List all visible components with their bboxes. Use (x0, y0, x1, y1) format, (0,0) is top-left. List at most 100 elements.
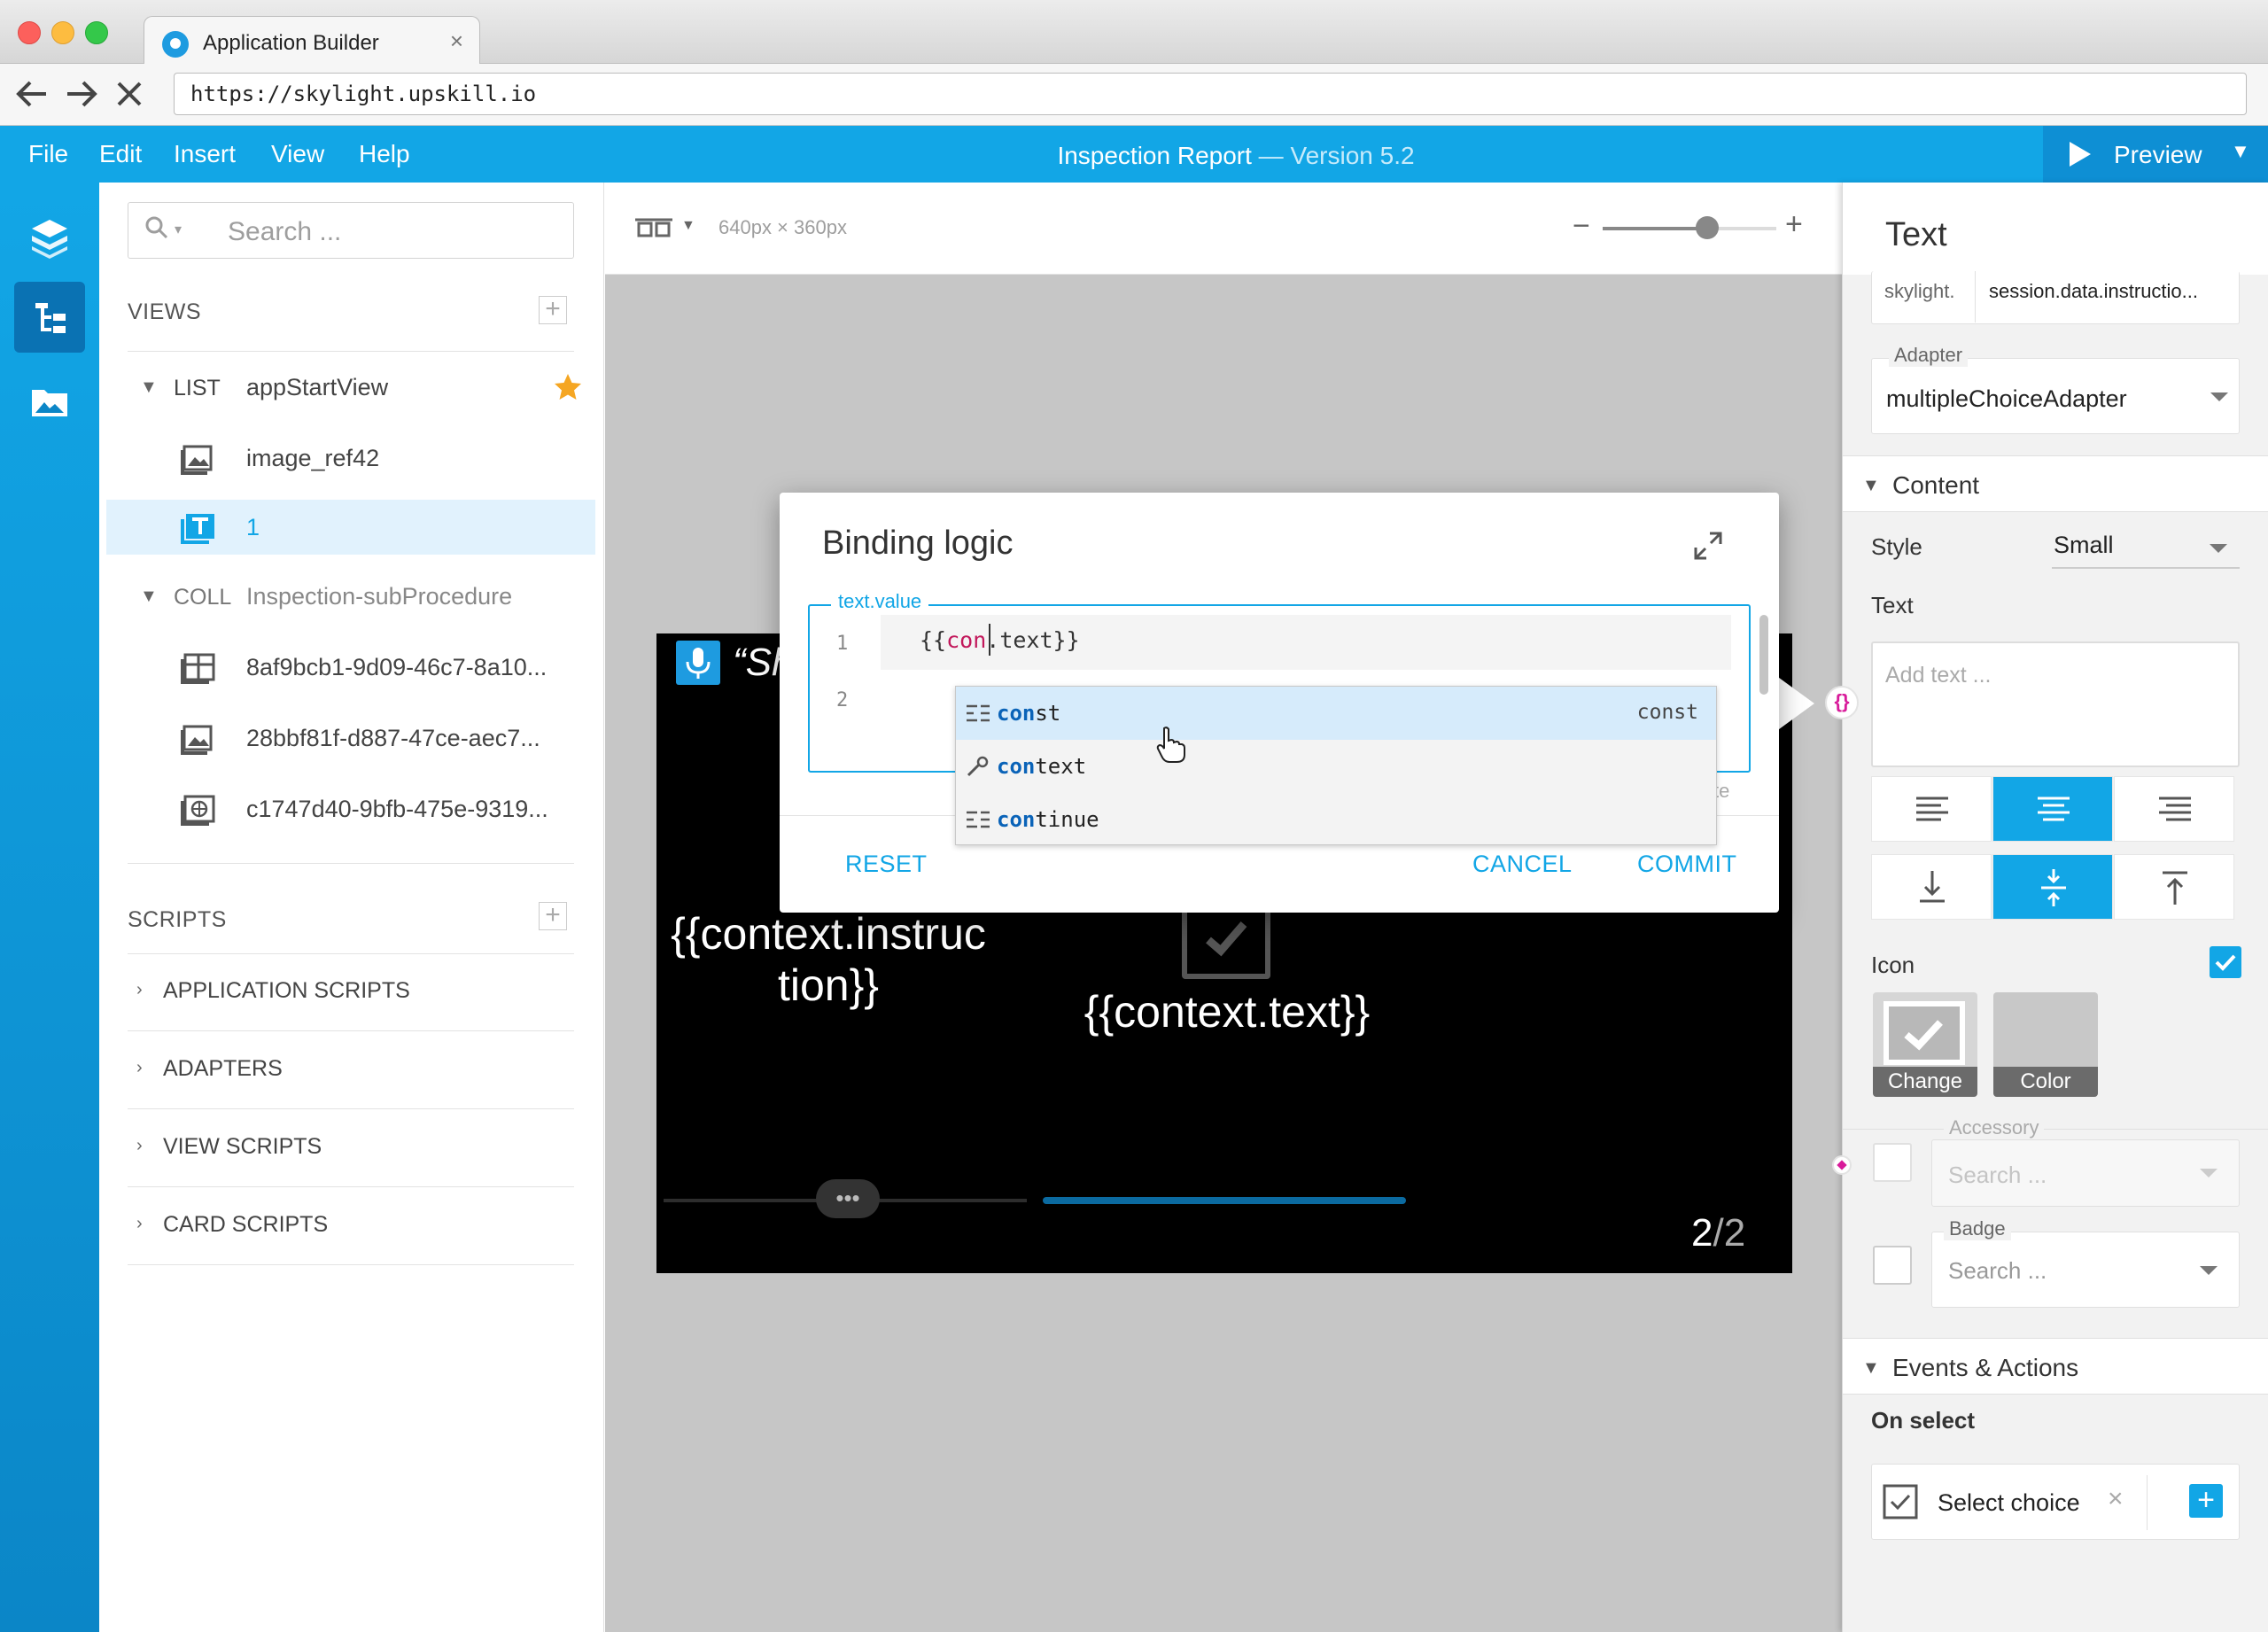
change-icon-button[interactable]: Change (1873, 992, 1977, 1097)
autocomplete-item[interactable]: const const (956, 687, 1716, 740)
url-bar[interactable]: https://skylight.upskill.io (174, 73, 2247, 115)
minimize-window-button[interactable] (51, 21, 74, 44)
valign-bottom-button[interactable] (1871, 854, 1992, 920)
tree-row-list-view[interactable]: ▼ LIST appStartView (106, 360, 595, 415)
close-window-button[interactable] (18, 21, 41, 44)
reset-button[interactable]: RESET (845, 851, 928, 878)
zoom-slider-handle[interactable] (1695, 216, 1719, 239)
rail-layers-button[interactable] (14, 202, 85, 273)
badge-checkbox[interactable] (1873, 1246, 1912, 1285)
zoom-in-button[interactable]: + (1785, 207, 1803, 242)
expand-icon[interactable] (1692, 530, 1724, 562)
binding-logic-icon[interactable]: {} (1825, 686, 1859, 719)
change-caption: Change (1873, 1067, 1977, 1097)
collection-name: Inspection-subProcedure (246, 583, 513, 610)
browser-tab[interactable]: Application Builder × (144, 16, 480, 66)
align-top-icon (2163, 871, 2187, 905)
remove-action-button[interactable]: × (2108, 1484, 2124, 1514)
device-chevron-down-icon[interactable]: ▼ (681, 218, 695, 234)
arrow-left-icon[interactable] (14, 78, 50, 110)
smart-glasses-icon[interactable] (633, 216, 674, 241)
tree-row-image[interactable]: image_ref42 (106, 431, 595, 486)
accessory-search[interactable]: Search ... (1931, 1139, 2240, 1207)
icon-color-button[interactable]: Color (1993, 992, 2098, 1097)
autocomplete-text: const (997, 701, 1060, 726)
badge-search[interactable]: Search ... (1931, 1232, 2240, 1308)
align-right-button[interactable] (2114, 776, 2234, 842)
cancel-button[interactable]: CANCEL (1472, 851, 1573, 878)
autocomplete-item[interactable]: context (956, 740, 1716, 793)
script-group-application[interactable]: › APPLICATION SCRIPTS (128, 953, 574, 1031)
binding-source-field[interactable]: skylight. session.data.instructio... (1871, 271, 2240, 324)
style-label: Style (1871, 533, 1922, 560)
autocomplete-dropdown: const const context continue (955, 686, 1717, 845)
accessory-checkbox[interactable] (1873, 1143, 1912, 1182)
adapter-value: multipleChoiceAdapter (1886, 385, 2127, 412)
list-view-name: appStartView (246, 374, 389, 400)
chevron-down-icon[interactable]: ▼ (140, 587, 158, 607)
tree-row-text-selected[interactable]: 1 (106, 500, 595, 555)
zoom-out-button[interactable]: − (1573, 209, 1590, 244)
color-caption: Color (1993, 1067, 2098, 1097)
star-icon[interactable] (553, 372, 583, 402)
maximize-window-button[interactable] (85, 21, 108, 44)
arrow-right-icon[interactable] (64, 78, 99, 110)
events-section-header[interactable]: ▼ Events & Actions (1843, 1338, 2268, 1395)
chevron-down-icon[interactable]: ▼ (140, 377, 158, 398)
divider (1843, 1129, 2268, 1130)
accessory-binding-marker[interactable] (1832, 1155, 1852, 1175)
add-view-button[interactable]: + (539, 296, 567, 324)
tree-search-input[interactable]: ▾ Search ... (128, 202, 574, 259)
layers-icon (32, 220, 67, 259)
properties-header: Text (1843, 183, 2268, 275)
icon-enabled-checkbox[interactable] (2210, 946, 2241, 978)
chevron-down-icon: ▼ (1862, 476, 1880, 495)
keyword-icon (967, 811, 990, 828)
commit-button[interactable]: COMMIT (1637, 851, 1736, 878)
tree-item-label: 1 (246, 514, 260, 540)
script-group-card[interactable]: › CARD SCRIPTS (128, 1187, 574, 1265)
badge-label: Badge (1944, 1217, 2011, 1240)
tree-row-card[interactable]: c1747d40-9bfb-475e-9319... (106, 781, 595, 836)
style-select[interactable]: Small (2052, 525, 2240, 569)
script-group-adapters[interactable]: › ADAPTERS (128, 1031, 574, 1109)
chevron-right-icon: › (136, 980, 143, 999)
align-left-button[interactable] (1871, 776, 1992, 842)
tree-row-card[interactable]: 28bbf81f-d887-47ce-aec7... (106, 711, 595, 765)
tree-row-collection[interactable]: ▼ COLL Inspection-subProcedure (106, 569, 595, 624)
tree-item-label: image_ref42 (246, 445, 380, 471)
views-section-label: VIEWS (128, 299, 202, 324)
search-placeholder: Search ... (228, 217, 342, 246)
rail-tree-button[interactable] (14, 282, 85, 353)
wrench-icon (967, 756, 989, 777)
properties-panel: Text skylight. session.data.instructio..… (1842, 183, 2268, 1632)
code-line-1[interactable]: {{con.text}} (920, 627, 1080, 653)
rail-media-button[interactable] (14, 367, 85, 438)
on-select-action[interactable]: Select choice × + (1871, 1464, 2240, 1540)
script-group-label: ADAPTERS (163, 1056, 283, 1081)
tree-item-label: 8af9bcb1-9d09-46c7-8a10... (246, 654, 548, 680)
close-icon[interactable] (115, 80, 144, 108)
editor-scrollbar[interactable] (1759, 615, 1768, 695)
add-action-button[interactable]: + (2189, 1484, 2223, 1518)
preview-button[interactable]: Preview ▼ (2043, 126, 2268, 183)
valign-top-button[interactable] (2114, 854, 2234, 920)
chevron-down-icon[interactable]: ▼ (2231, 140, 2250, 163)
more-options-button[interactable]: ••• (816, 1179, 880, 1218)
preview-label: Preview (2114, 141, 2202, 168)
accessory-label: Accessory (1944, 1116, 2045, 1139)
content-section-header[interactable]: ▼ Content (1843, 455, 2268, 512)
script-group-view[interactable]: › VIEW SCRIPTS (128, 1109, 574, 1187)
autocomplete-text: context (997, 754, 1086, 779)
adapter-select[interactable]: multipleChoiceAdapter (1871, 358, 2240, 434)
align-left-icon (1916, 797, 1948, 821)
align-center-button[interactable] (1992, 776, 2113, 842)
tree-row-card[interactable]: 8af9bcb1-9d09-46c7-8a10... (106, 640, 595, 695)
content-section-title: Content (1892, 471, 1980, 499)
autocomplete-item[interactable]: continue (956, 793, 1716, 846)
add-script-button[interactable]: + (539, 902, 567, 930)
tab-close-button[interactable]: × (450, 27, 463, 55)
search-filter-chevron-icon[interactable]: ▾ (175, 221, 182, 238)
valign-center-button[interactable] (1992, 854, 2113, 920)
text-input[interactable]: Add text ... (1871, 641, 2240, 767)
